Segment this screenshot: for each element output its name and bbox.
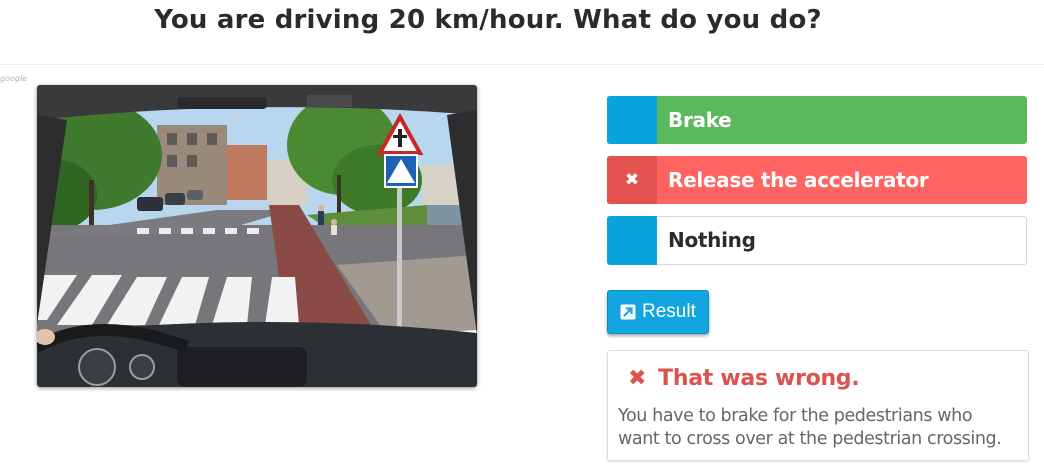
answer-label: Release the accelerator bbox=[668, 168, 929, 192]
question-title: You are driving 20 km/hour. What do you … bbox=[154, 5, 822, 35]
feedback-heading: ✖ That was wrong. bbox=[628, 366, 860, 391]
result-button[interactable]: Result bbox=[607, 290, 709, 334]
feedback-panel: ✖ That was wrong. You have to brake for … bbox=[607, 350, 1029, 461]
answer-marker bbox=[607, 216, 657, 265]
answer-option-nothing[interactable]: Nothing bbox=[607, 216, 1027, 265]
answer-option-release-accelerator[interactable]: ✖ Release the accelerator bbox=[607, 156, 1027, 204]
cross-icon: ✖ bbox=[628, 366, 647, 391]
feedback-title: That was wrong. bbox=[658, 366, 860, 391]
answer-label: Nothing bbox=[668, 228, 756, 252]
external-link-icon bbox=[620, 304, 636, 320]
header-divider bbox=[0, 64, 1044, 65]
image-credit: google bbox=[0, 74, 28, 83]
result-button-label: Result bbox=[642, 301, 696, 322]
wrong-mark-icon: ✖ bbox=[607, 156, 657, 204]
feedback-explanation: You have to brake for the pedestrians wh… bbox=[618, 406, 1002, 449]
answer-label: Brake bbox=[668, 108, 732, 132]
answer-marker bbox=[607, 96, 657, 144]
answer-option-brake[interactable]: Brake bbox=[607, 96, 1027, 144]
driving-scene-image bbox=[37, 85, 477, 387]
